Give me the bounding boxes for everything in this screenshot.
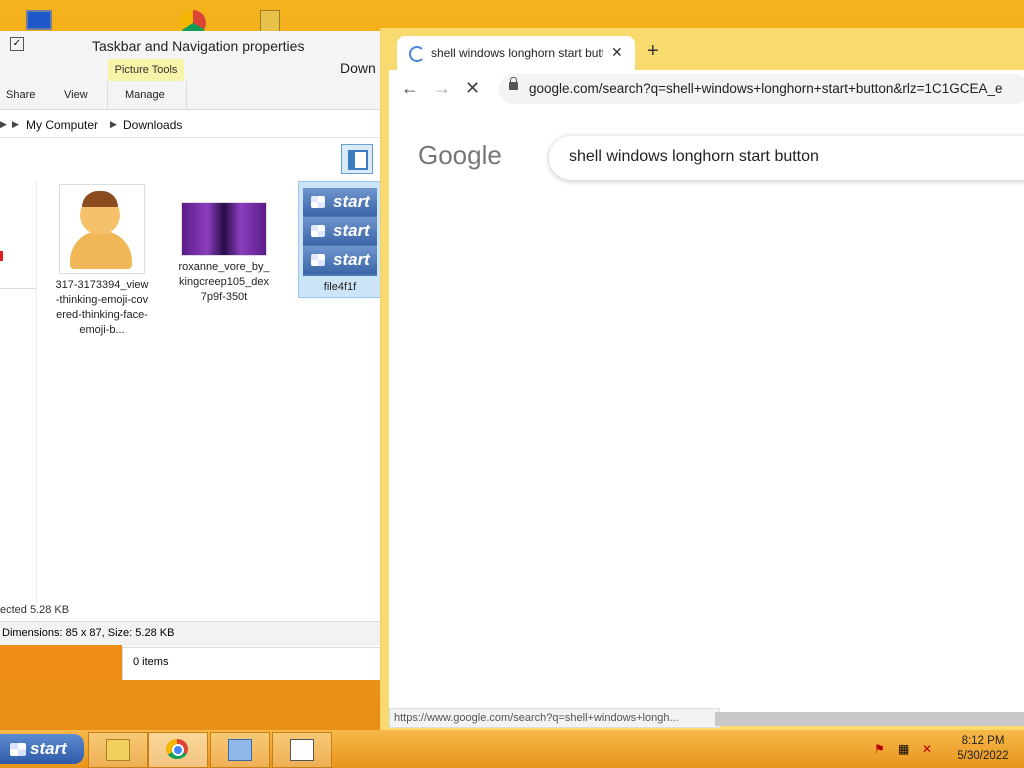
- file-name: roxanne_vore_by_kingcreep105_dex7p9f-350…: [178, 261, 270, 303]
- tab-view[interactable]: View: [64, 89, 88, 101]
- clock-date: 5/30/2022: [957, 750, 1009, 762]
- taskbar-chrome[interactable]: [148, 732, 208, 768]
- file-item[interactable]: roxanne_vore_by_kingcreep105_dex7p9f-350…: [176, 184, 272, 305]
- web-page: Google shell windows longhorn start butt…: [389, 108, 1024, 714]
- windows-flag-icon: [311, 225, 325, 237]
- breadcrumb-my-computer[interactable]: My Computer: [26, 118, 98, 132]
- clock-time: 8:12 PM: [961, 735, 1005, 747]
- taskbar-task-manager[interactable]: [272, 732, 332, 768]
- file-item[interactable]: 317-3173394_view-thinking-emoji-covered-…: [54, 184, 150, 338]
- taskbar-control-panel[interactable]: [210, 732, 270, 768]
- chrome-desktop-icon[interactable]: [178, 6, 210, 36]
- picture-tools-label: Picture Tools: [108, 59, 184, 81]
- browser-toolbar: ← → ✕ google.com/search?q=shell+windows+…: [389, 70, 1024, 108]
- search-query[interactable]: shell windows longhorn start button: [569, 148, 819, 166]
- desktop-gap: [0, 645, 122, 679]
- address-bar[interactable]: ▶ ▶ My Computer ▶ Downloads: [0, 115, 380, 138]
- close-tab-icon[interactable]: ✕: [611, 44, 623, 61]
- new-tab-button[interactable]: +: [647, 40, 659, 63]
- folder-desktop-icon[interactable]: [256, 6, 288, 34]
- start-button[interactable]: start: [0, 734, 84, 764]
- network-icon[interactable]: ▦: [898, 742, 912, 756]
- quick-access-check-icon[interactable]: ✓: [10, 37, 24, 51]
- items-count: 0 items: [133, 656, 169, 668]
- file-name: 317-3173394_view-thinking-emoji-covered-…: [55, 279, 149, 336]
- folder-icon: [106, 739, 130, 761]
- selection-status: ected 5.28 KB: [0, 604, 70, 616]
- tab-title: shell windows longhorn start butt: [431, 46, 603, 60]
- link-status-bubble: https://www.google.com/search?q=shell+wi…: [389, 708, 720, 728]
- image-details: Dimensions: 85 x 87, Size: 5.28 KB: [2, 627, 175, 639]
- windows-flag-icon: [10, 743, 26, 756]
- stop-loading-icon[interactable]: ✕: [465, 78, 480, 99]
- tab-manage[interactable]: Manage: [125, 89, 165, 101]
- downloads-title-partial: Down: [340, 60, 376, 76]
- taskbar: start ⚑ ▦ ✕ 8:12 PM 5/30/2022: [0, 730, 1024, 768]
- explorer-window-title: Taskbar and Navigation properties: [92, 38, 305, 54]
- preview-pane-button[interactable]: [341, 144, 373, 174]
- ribbon: Picture Tools Down Share View Manage: [0, 59, 380, 110]
- checklist-icon: [290, 739, 314, 761]
- taskbar-file-explorer[interactable]: [88, 732, 148, 768]
- nav-divider: [0, 288, 36, 289]
- action-center-flag-icon[interactable]: ⚑: [874, 742, 888, 756]
- details-status-bar: Dimensions: 85 x 87, Size: 5.28 KB: [0, 621, 380, 646]
- file-explorer-window: ✓ Taskbar and Navigation properties Pict…: [0, 31, 382, 680]
- lock-icon[interactable]: [509, 77, 518, 90]
- thinking-emoji-thumbnail: [59, 184, 145, 274]
- items-count-pane: 0 items: [122, 647, 381, 680]
- volume-muted-icon[interactable]: ✕: [922, 742, 936, 756]
- chrome-window: shell windows longhorn start butt ✕ + ← …: [380, 28, 1024, 730]
- url-text[interactable]: google.com/search?q=shell+windows+longho…: [529, 81, 1023, 96]
- control-panel-icon: [228, 739, 252, 761]
- forward-arrow-icon[interactable]: →: [433, 78, 451, 99]
- search-input[interactable]: shell windows longhorn start button: [549, 136, 1024, 180]
- image-thumbnail: [181, 202, 267, 256]
- tab-share[interactable]: Share: [6, 89, 35, 101]
- preview-pane-icon: [348, 150, 368, 170]
- loading-spinner-icon: [409, 46, 425, 62]
- start-button-thumbnail: start start start: [303, 188, 377, 276]
- explorer-title-bar: ✓ Taskbar and Navigation properties: [0, 31, 380, 59]
- clock[interactable]: 8:12 PM 5/30/2022: [948, 734, 1018, 764]
- address-bar[interactable]: google.com/search?q=shell+windows+longho…: [499, 74, 1024, 104]
- breadcrumb-arrow-icon[interactable]: ▶: [0, 119, 7, 130]
- breadcrumb-arrow-icon[interactable]: ▶: [110, 119, 117, 130]
- nav-item-marker: [0, 251, 3, 261]
- navigation-pane[interactable]: [0, 181, 37, 641]
- back-arrow-icon[interactable]: ←: [401, 78, 419, 99]
- file-name: file4f1f: [323, 281, 357, 293]
- chrome-icon: [166, 739, 188, 759]
- google-logo[interactable]: Google: [418, 140, 502, 171]
- breadcrumb-downloads[interactable]: Downloads: [123, 118, 182, 132]
- computer-desktop-icon[interactable]: [22, 6, 54, 34]
- file-item-selected[interactable]: start start start file4f1f: [298, 181, 382, 298]
- breadcrumb-arrow-icon[interactable]: ▶: [12, 119, 19, 130]
- start-label: start: [30, 739, 67, 758]
- horizontal-scrollbar[interactable]: [715, 712, 1024, 726]
- windows-flag-icon: [311, 254, 325, 266]
- windows-flag-icon: [311, 196, 325, 208]
- browser-tab[interactable]: shell windows longhorn start butt ✕: [397, 36, 635, 70]
